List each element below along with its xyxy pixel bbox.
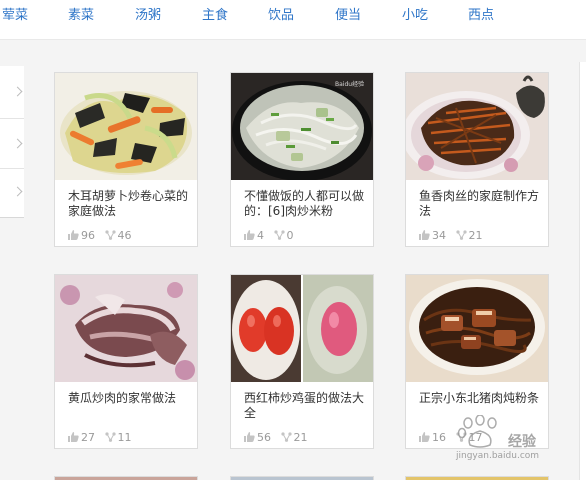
share-icon xyxy=(280,432,292,442)
recipe-stats: 56 21 xyxy=(244,431,314,444)
recipe-title[interactable]: 木耳胡萝卜炒卷心菜的家庭做法 xyxy=(68,189,190,219)
watermark-url: jingyan.baidu.com xyxy=(456,451,540,461)
share-icon xyxy=(273,230,285,240)
recipe-title[interactable]: 正宗小东北猪肉炖粉条 xyxy=(419,391,541,406)
nav-item-bento[interactable]: 便当 xyxy=(335,4,361,23)
site-watermark: 经验 jingyan.baidu.com xyxy=(456,415,566,465)
recipe-card[interactable] xyxy=(405,476,549,480)
thumb-up-icon xyxy=(419,230,430,240)
chevron-right-icon[interactable] xyxy=(12,186,23,197)
recipe-stats: 34 21 xyxy=(419,229,489,242)
recipe-thumbnail[interactable] xyxy=(406,73,548,180)
chevron-right-icon[interactable] xyxy=(12,138,23,149)
recipe-card[interactable]: 木耳胡萝卜炒卷心菜的家庭做法 96 46 xyxy=(54,72,198,247)
like-count: 34 xyxy=(419,229,446,242)
thumb-up-icon xyxy=(68,230,79,240)
share-count: 21 xyxy=(455,229,483,242)
photo-watermark: Baidu经验 xyxy=(335,81,365,88)
recipe-card[interactable]: 西红柿炒鸡蛋的做法大全 56 21 xyxy=(230,274,374,449)
recipe-title[interactable]: 黄瓜炒肉的家常做法 xyxy=(68,391,190,406)
chevron-right-icon[interactable] xyxy=(12,86,23,97)
recipe-stats: 4 0 xyxy=(244,229,300,242)
recipe-thumbnail[interactable]: Baidu经验 xyxy=(231,73,373,180)
thumb-up-icon xyxy=(244,230,255,240)
watermark-logo-text: 经验 xyxy=(508,434,536,450)
thumb-up-icon xyxy=(68,432,79,442)
recipe-thumbnail[interactable] xyxy=(406,275,548,382)
share-icon xyxy=(104,432,116,442)
recipe-thumbnail[interactable] xyxy=(55,73,197,180)
share-count: 11 xyxy=(104,431,132,444)
nav-item-soup[interactable]: 汤粥 xyxy=(135,4,161,23)
nav-item-snacks[interactable]: 小吃 xyxy=(402,4,428,23)
recipe-card[interactable] xyxy=(54,476,198,480)
recipe-title[interactable]: 西红柿炒鸡蛋的做法大全 xyxy=(244,391,366,421)
like-count: 16 xyxy=(419,431,446,444)
share-count: 46 xyxy=(104,229,132,242)
recipe-title[interactable]: 鱼香肉丝的家庭制作方法 xyxy=(419,189,541,219)
divider xyxy=(0,168,24,169)
recipe-title[interactable]: 不懂做饭的人都可以做的：[6]肉炒米粉 xyxy=(244,189,366,219)
like-count: 27 xyxy=(68,431,95,444)
recipe-card[interactable]: Baidu经验 不懂做饭的人都可以做的：[6]肉炒米粉 4 0 xyxy=(230,72,374,247)
share-icon xyxy=(455,230,467,240)
share-icon xyxy=(104,230,116,240)
like-count: 56 xyxy=(244,431,271,444)
thumb-up-icon xyxy=(419,432,430,442)
recipe-stats: 96 46 xyxy=(68,229,138,242)
right-side-panel xyxy=(579,62,586,480)
recipe-card[interactable]: 黄瓜炒肉的家常做法 27 11 xyxy=(54,274,198,449)
like-count: 96 xyxy=(68,229,95,242)
nav-item-meat[interactable]: 荤菜 xyxy=(2,4,28,23)
nav-item-vegetable[interactable]: 素菜 xyxy=(68,4,94,23)
left-side-panel xyxy=(0,66,24,218)
divider xyxy=(0,118,24,119)
thumb-up-icon xyxy=(244,432,255,442)
share-count: 21 xyxy=(280,431,308,444)
like-count: 4 xyxy=(244,229,264,242)
nav-item-staple[interactable]: 主食 xyxy=(202,4,228,23)
nav-item-drinks[interactable]: 饮品 xyxy=(268,4,294,23)
category-nav: 荤菜 素菜 汤粥 主食 饮品 便当 小吃 西点 xyxy=(0,0,586,40)
recipe-thumbnail[interactable] xyxy=(55,275,197,382)
recipe-thumbnail[interactable] xyxy=(231,275,373,382)
recipe-card[interactable]: 鱼香肉丝的家庭制作方法 34 21 xyxy=(405,72,549,247)
paw-logo-icon xyxy=(457,415,497,448)
nav-item-pastry[interactable]: 西点 xyxy=(468,4,494,23)
recipe-stats: 27 11 xyxy=(68,431,138,444)
recipe-card[interactable] xyxy=(230,476,374,480)
share-count: 0 xyxy=(273,229,294,242)
